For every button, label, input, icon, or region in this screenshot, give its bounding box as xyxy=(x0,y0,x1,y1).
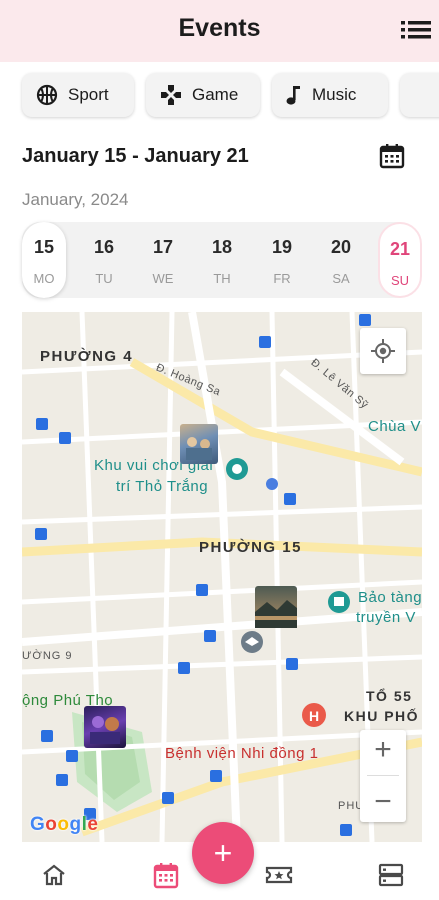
day-number: 21 xyxy=(389,239,411,259)
event-thumbnail xyxy=(90,716,120,744)
week-strip: 15 MO 16 TU 17 WE 18 TH 19 FR 20 SA 21 S… xyxy=(22,222,422,298)
map-label: KHU PHỐ xyxy=(344,708,420,724)
logo-letter: e xyxy=(87,814,99,835)
day-tuesday[interactable]: 16 TU xyxy=(82,222,126,298)
day-number: 19 xyxy=(271,237,293,257)
day-number: 18 xyxy=(211,237,233,257)
logo-letter: o xyxy=(57,814,70,835)
event-marker[interactable] xyxy=(84,706,126,748)
event-map[interactable]: H PHƯỜNG 4 Đ. Hoàng Sa Đ. Lê Văn Sỹ Chùa… xyxy=(22,312,422,842)
events-screen: Events Sport Game Music January 15 - Jan… xyxy=(0,0,439,900)
day-weekday: SA xyxy=(332,271,350,286)
calendar-icon[interactable] xyxy=(378,142,406,170)
logo-letter: g xyxy=(69,814,82,835)
app-header: Events xyxy=(0,0,439,62)
day-weekday: WE xyxy=(152,271,174,286)
map-label: Bệnh viện Nhi đồng 1 xyxy=(165,745,319,762)
day-number: 15 xyxy=(33,237,55,257)
map-label: PHƯỜNG 4 xyxy=(40,348,134,365)
chip-label: Game xyxy=(192,85,239,104)
list-icon[interactable] xyxy=(401,18,431,42)
day-friday[interactable]: 19 FR xyxy=(260,222,304,298)
day-number: 20 xyxy=(330,237,352,257)
chip-music[interactable]: Music xyxy=(272,73,388,117)
map-label: trí Thỏ Trắng xyxy=(116,478,209,495)
event-thumbnail xyxy=(186,437,212,460)
day-number: 17 xyxy=(152,237,174,257)
category-chips: Sport Game Music xyxy=(0,70,439,122)
map-label: PHƯỜNG 15 xyxy=(199,539,302,556)
map-label: truyền V xyxy=(356,609,416,626)
day-weekday: TH xyxy=(213,271,231,286)
map-label: Chùa V xyxy=(368,418,422,435)
day-sunday[interactable]: 21 SU xyxy=(378,222,422,298)
day-weekday: MO xyxy=(33,271,55,286)
my-location-button[interactable] xyxy=(360,328,406,374)
map-label: TỔ 55 xyxy=(366,688,413,704)
svg-text:H: H xyxy=(309,708,319,724)
calendar-icon[interactable] xyxy=(151,860,181,890)
chip-more[interactable] xyxy=(400,73,439,117)
zoom-controls: + − xyxy=(360,730,406,822)
day-weekday: TU xyxy=(95,271,113,286)
date-range: January 15 - January 21 xyxy=(22,145,249,167)
day-wednesday[interactable]: 17 WE xyxy=(141,222,185,298)
google-logo: Google xyxy=(30,814,98,836)
day-weekday: FR xyxy=(273,271,291,286)
day-saturday[interactable]: 20 SA xyxy=(319,222,363,298)
chip-game[interactable]: Game xyxy=(146,73,260,117)
event-marker[interactable] xyxy=(255,586,297,628)
home-icon[interactable] xyxy=(39,860,69,890)
basketball-icon xyxy=(36,84,58,106)
zoom-divider xyxy=(367,775,399,777)
logo-letter: o xyxy=(45,814,58,835)
event-thumbnail xyxy=(255,600,297,628)
chip-label: Music xyxy=(312,85,357,104)
page-title: Events xyxy=(178,14,261,42)
zoom-out-button[interactable]: − xyxy=(374,786,392,817)
chip-label: Sport xyxy=(68,85,109,104)
add-event-button[interactable]: + xyxy=(192,822,254,884)
day-weekday: SU xyxy=(390,273,410,288)
chip-sport[interactable]: Sport xyxy=(22,73,134,117)
day-thursday[interactable]: 18 TH xyxy=(200,222,244,298)
music-note-icon xyxy=(286,86,300,105)
day-number: 16 xyxy=(93,237,115,257)
crosshair-icon xyxy=(371,339,395,363)
map-label: Bảo tàng xyxy=(358,589,422,606)
storage-icon[interactable] xyxy=(376,860,406,890)
zoom-in-button[interactable]: + xyxy=(374,735,392,765)
logo-letter: G xyxy=(30,814,46,835)
map-label: ƯỜNG 9 xyxy=(22,650,73,662)
month-label: January, 2024 xyxy=(22,190,129,209)
event-marker[interactable] xyxy=(180,424,218,464)
gamepad-icon xyxy=(161,85,181,105)
ticket-icon[interactable] xyxy=(264,860,294,890)
day-monday[interactable]: 15 MO xyxy=(22,222,66,298)
